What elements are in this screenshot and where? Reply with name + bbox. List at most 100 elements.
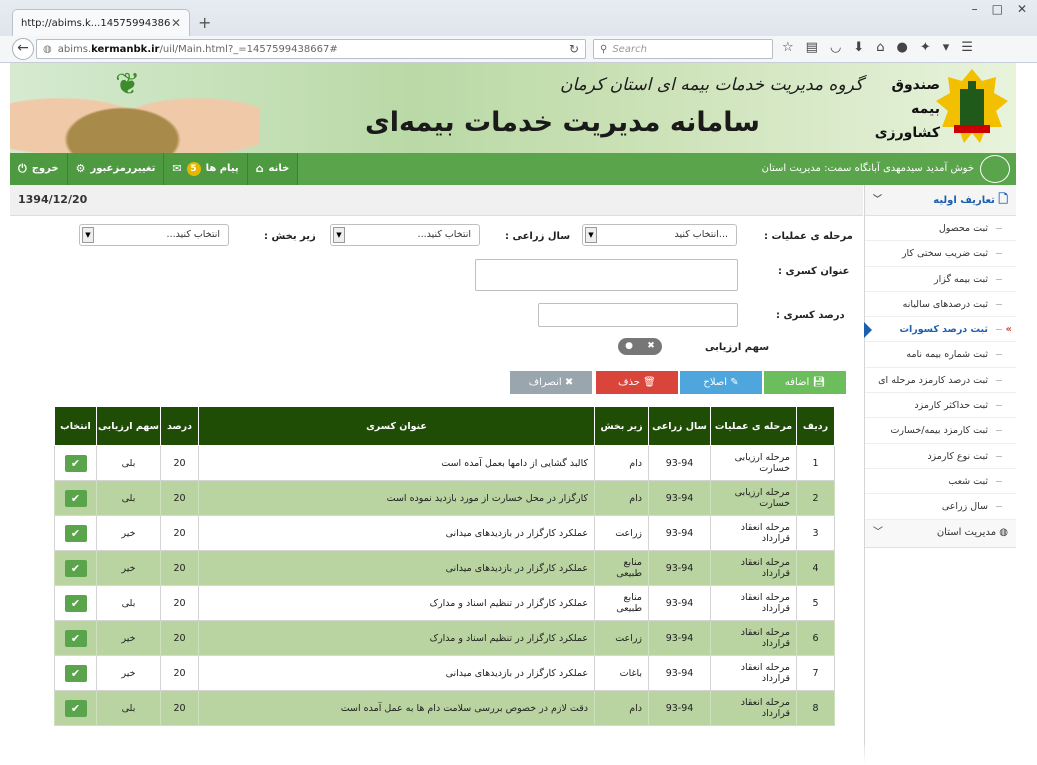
col-title: عنوان کسری [198,406,595,446]
bookmark-star-icon[interactable]: ☆ [782,40,794,55]
extension-icon[interactable]: ✦ [920,40,931,55]
menu-icon[interactable]: ☰ [961,40,973,55]
home-icon[interactable]: ⌂ [876,40,884,55]
deduction-title-label: عنوان کسری : [778,266,850,277]
banner-title: سامانه مدیریت خدمات بیمه‌ای [365,107,760,138]
globe-icon: ◍ [999,527,1008,539]
house-icon: ⌂ [255,162,264,175]
minimize-icon[interactable]: – [972,2,978,16]
browser-toolbar: ☆ ▤ ◡ ⬇ ⌂ ● ✦ ▾ ☰ [782,40,973,55]
envelope-icon: ✉ [172,162,182,175]
table-row[interactable]: 7 مرحله انعقاد قرارداد 93-94 باغات عملکر… [54,655,835,691]
reload-icon[interactable]: ↻ [569,42,579,56]
sidebar-item[interactable]: سال زراعی [865,494,1016,520]
dropdown-icon[interactable]: ▾ [943,40,950,55]
select-check-icon[interactable]: ✔ [64,594,87,612]
sidebar-item[interactable]: ثبت درصدهای سالیانه [865,292,1016,318]
year-select[interactable]: انتخاب کنید... ▼ [330,224,480,246]
col-row: ردیف [796,406,835,446]
current-date: 1394/12/20 [18,193,88,206]
col-subsector: زیر بخش [594,406,649,446]
messages-count-badge: 5 [186,162,201,176]
sidebar-item[interactable]: ثبت ضریب سختی کار [865,241,1016,267]
select-check-icon[interactable]: ✔ [64,699,87,717]
globe-icon: ◍ [43,43,52,55]
tab-title: http://abims.k...1457599438667# [21,17,171,29]
sidebar-item[interactable]: ثبت شعب [865,469,1016,495]
table-row[interactable]: 5 مرحله انعقاد قرارداد 93-94 منابع طبیعی… [54,585,835,621]
welcome-text: خوش آمدید سیدمهدی آبانگاه سمت: مدیریت اس… [761,163,974,174]
sidebar-item[interactable]: ثبت بیمه گزار [865,267,1016,292]
stage-select[interactable]: ...انتخاب کنید ▼ [582,224,737,246]
messages-button[interactable]: ✉ 5 پیام ها [164,153,248,185]
table-row[interactable]: 6 مرحله انعقاد قرارداد 93-94 زراعت عملکر… [54,620,835,656]
app-header-bar: ⏻ خروج ⚙ تغییررمزعبور ✉ 5 پیام ها ⌂ خانه… [10,153,1016,185]
pocket-icon[interactable]: ◡ [830,40,841,55]
delete-button[interactable]: 🗑︎ حذف [596,371,678,394]
chat-icon[interactable]: ● [896,40,907,55]
sidebar-item[interactable]: ثبت حداکثر کارمزد [865,393,1016,419]
download-icon[interactable]: ⬇ [853,40,864,55]
deduction-percent-label: درصد کسری : [776,310,845,321]
edit-button[interactable]: ✎ اصلاح [680,371,762,394]
browser-tab[interactable]: http://abims.k...1457599438667# ✕ [12,9,190,36]
deduction-percent-input[interactable] [538,303,738,327]
subsector-label: زیر بخش : [264,231,316,242]
col-stage: مرحله ی عملیات [710,406,797,446]
sidebar-item[interactable]: ثبت محصول [865,216,1016,242]
document-icon: 🗋 [998,192,1008,206]
double-chevron-icon: « [1005,324,1012,336]
table-row[interactable]: 8 مرحله انعقاد قرارداد 93-94 دام دقت لاز… [54,690,835,726]
reading-list-icon[interactable]: ▤ [806,40,818,55]
back-icon[interactable]: ← [12,38,34,60]
search-input[interactable]: ⚲ Search [593,39,773,59]
chevron-down-icon: ▼ [333,227,345,243]
sidebar-item[interactable]: ثبت کارمزد بیمه/خسارت [865,418,1016,444]
table-row[interactable]: 2 مرحله ارزیابی خسارت 93-94 دام کارگزار … [54,480,835,516]
table-row[interactable]: 3 مرحله انعقاد قرارداد 93-94 زراعت عملکر… [54,515,835,551]
select-check-icon[interactable]: ✔ [64,524,87,542]
subsector-select[interactable]: انتخاب کنید... ▼ [79,224,229,246]
cancel-button[interactable]: ✖ انصراف [510,371,592,394]
url-text: abims.kermanbk.ir/uil/Main.html?_=145759… [57,43,338,55]
trash-icon: 🗑︎ [643,377,656,388]
maximize-icon[interactable]: □ [992,2,1003,16]
plant-icon: ❦ [115,67,141,102]
chevron-down-icon: ﹀ [873,527,883,539]
logout-button[interactable]: ⏻ خروج [10,153,68,185]
col-percent: درصد [160,406,199,446]
avatar[interactable] [980,155,1010,183]
stage-label: مرحله ی عملیات : [764,231,853,242]
change-password-button[interactable]: ⚙ تغییررمزعبور [67,153,165,185]
address-bar[interactable]: ◍ abims.kermanbk.ir/uil/Main.html?_=1457… [36,39,586,59]
col-year: سال زراعی [648,406,711,446]
select-check-icon[interactable]: ✔ [64,489,87,507]
deduction-title-textarea[interactable] [475,259,738,291]
site-banner: ❦ گروه مدیریت خدمات بیمه ای استان کرمان … [10,63,1016,153]
power-icon: ⏻ [18,162,27,175]
select-check-icon[interactable]: ✔ [64,454,87,472]
sidebar-item[interactable]: ثبت درصد کارمزد مرحله ای [865,368,1016,394]
home-button[interactable]: ⌂ خانه [247,153,299,185]
select-check-icon[interactable]: ✔ [64,559,87,577]
close-window-icon[interactable]: ✕ [1017,2,1027,16]
share-toggle[interactable]: ● ✖ [618,338,662,355]
close-icon: ✖ [647,341,655,351]
sidebar-section-basic-definitions[interactable]: ﹀ تعاریف اولیه 🗋 [865,185,1016,216]
window-controls: – □ ✕ [972,2,1027,16]
search-icon: ⚲ [600,43,608,55]
table-row[interactable]: 4 مرحله انعقاد قرارداد 93-94 منابع طبیعی… [54,550,835,586]
sidebar-section-province-management[interactable]: ﹀ مدیریت استان ◍ [865,519,1016,548]
select-check-icon[interactable]: ✔ [64,664,87,682]
year-label: سال زراعی : [505,231,571,242]
browser-tab-bar: http://abims.k...1457599438667# ✕ + – □ … [0,0,1037,36]
sidebar-item[interactable]: ثبت شماره بیمه نامه [865,342,1016,368]
select-check-icon[interactable]: ✔ [64,629,87,647]
add-button[interactable]: 💾︎ اضافه [764,371,846,394]
close-tab-icon[interactable]: ✕ [171,16,181,30]
sidebar-item[interactable]: ثبت نوع کارمزد [865,444,1016,469]
table-row[interactable]: 1 مرحله ارزیابی خسارت 93-94 دام کالبد گش… [54,445,835,481]
new-tab-icon[interactable]: + [198,13,211,32]
sidebar-item-active[interactable]: ثبت درصد کسورات « [864,317,1016,343]
banner-subtitle: گروه مدیریت خدمات بیمه ای استان کرمان [560,75,864,95]
